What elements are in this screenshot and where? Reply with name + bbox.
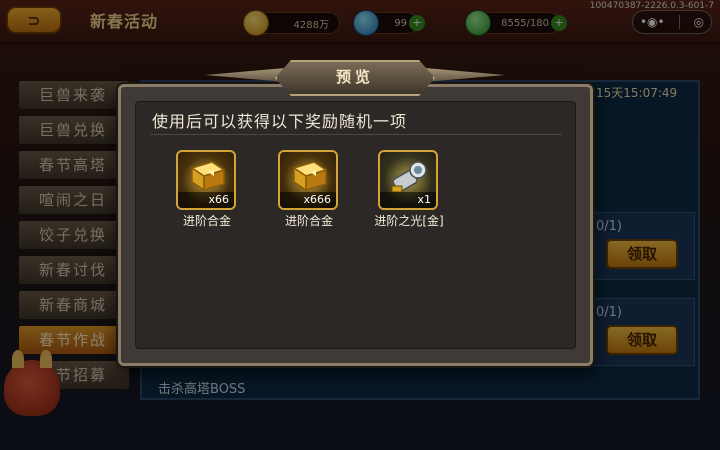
- dialog-description: 使用后可以获得以下奖励随机一项: [152, 112, 408, 131]
- reward-name: 进阶合金: [284, 214, 333, 228]
- reward-name: 进阶之光[金]: [374, 214, 444, 228]
- dialog-title: 预览: [335, 68, 374, 86]
- reward-item[interactable]: x1 进阶之光[金]: [374, 150, 444, 229]
- title-wing-right: [425, 68, 505, 82]
- reward-quantity: x1: [380, 192, 436, 208]
- reward-quantity: x66: [178, 192, 234, 208]
- reward-name: 进阶合金: [182, 214, 231, 228]
- reward-frame: x1: [378, 150, 438, 210]
- reward-item[interactable]: x66 进阶合金: [176, 150, 238, 229]
- reward-item[interactable]: x666 进阶合金: [278, 150, 340, 229]
- reward-frame: x66: [176, 150, 236, 210]
- dialog-title-plate: 预览: [205, 60, 505, 98]
- divider: [150, 134, 562, 135]
- title-wing-left: [205, 68, 285, 82]
- reward-quantity: x666: [280, 192, 336, 208]
- reward-frame: x666: [278, 150, 338, 210]
